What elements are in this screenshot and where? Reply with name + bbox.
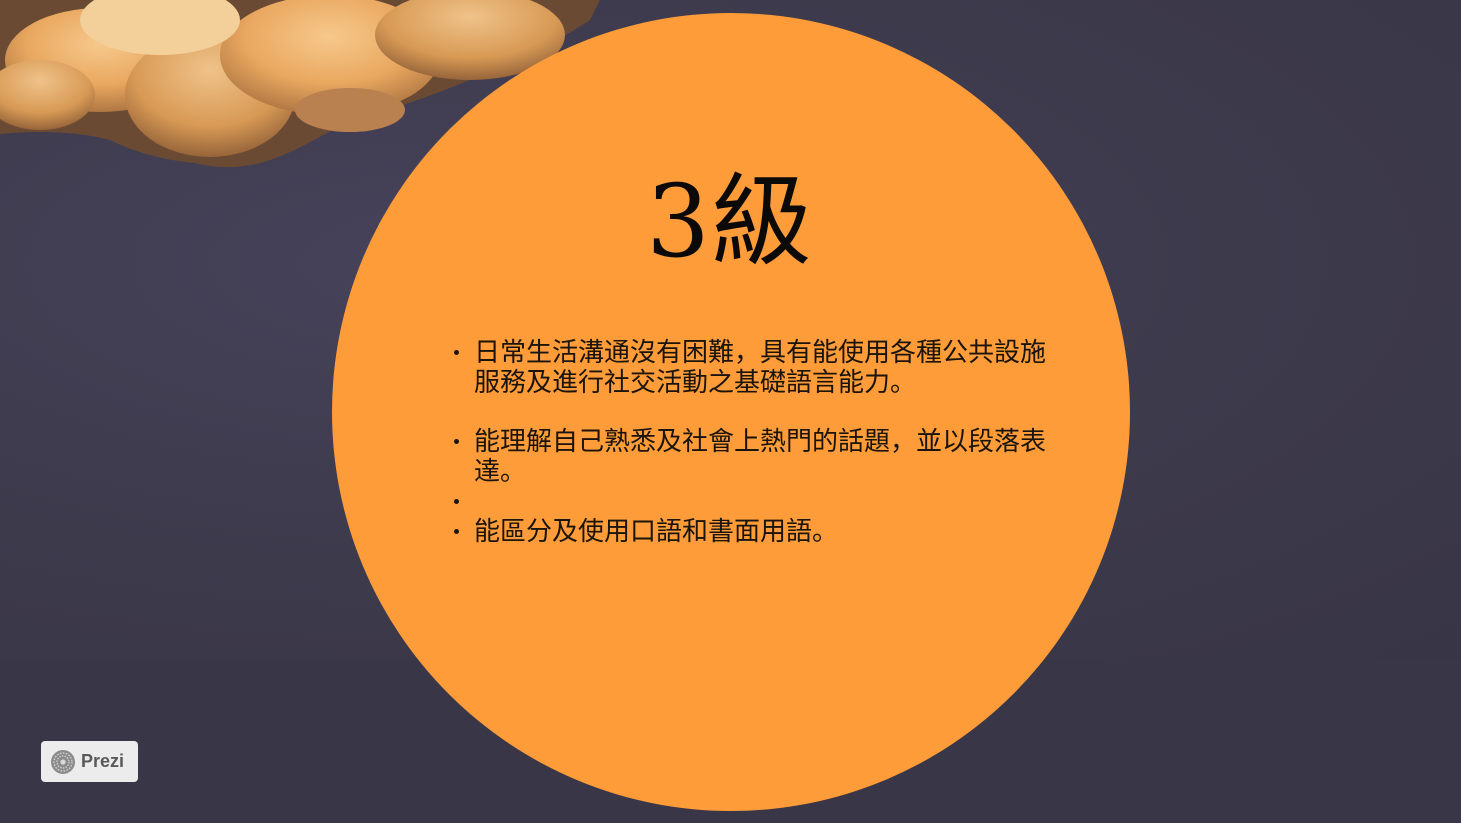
bullet-dot-icon xyxy=(454,439,459,444)
bullet-item: 日常生活溝通沒有困難，具有能使用各種公共設施服務及進行社交活動之基礎語言能力。 xyxy=(450,338,1050,398)
prezi-badge-button[interactable]: Prezi xyxy=(41,741,138,782)
bullet-item: 能理解自己熟悉及社會上熱門的話題，並以段落表達。 xyxy=(450,427,1050,487)
bullet-text: 能區分及使用口語和書面用語。 xyxy=(474,517,839,547)
prezi-label: Prezi xyxy=(81,751,125,771)
bullet-dot-icon xyxy=(454,350,459,355)
slide-title: 3級 xyxy=(646,163,814,280)
bullet-dot-icon xyxy=(454,529,459,534)
bullet-text: 能理解自己熟悉及社會上熱門的話題，並以段落表達。 xyxy=(474,427,1047,487)
bullet-text: 日常生活溝通沒有困難，具有能使用各種公共設施服務及進行社交活動之基礎語言能力。 xyxy=(474,338,1047,398)
bullet-dot-icon xyxy=(454,499,459,504)
prezi-logo-icon xyxy=(51,749,75,774)
bullet-list: 日常生活溝通沒有困難，具有能使用各種公共設施服務及進行社交活動之基礎語言能力。 … xyxy=(450,338,1050,547)
bullet-item xyxy=(450,487,1050,517)
bullet-item: 能區分及使用口語和書面用語。 xyxy=(450,517,1050,547)
